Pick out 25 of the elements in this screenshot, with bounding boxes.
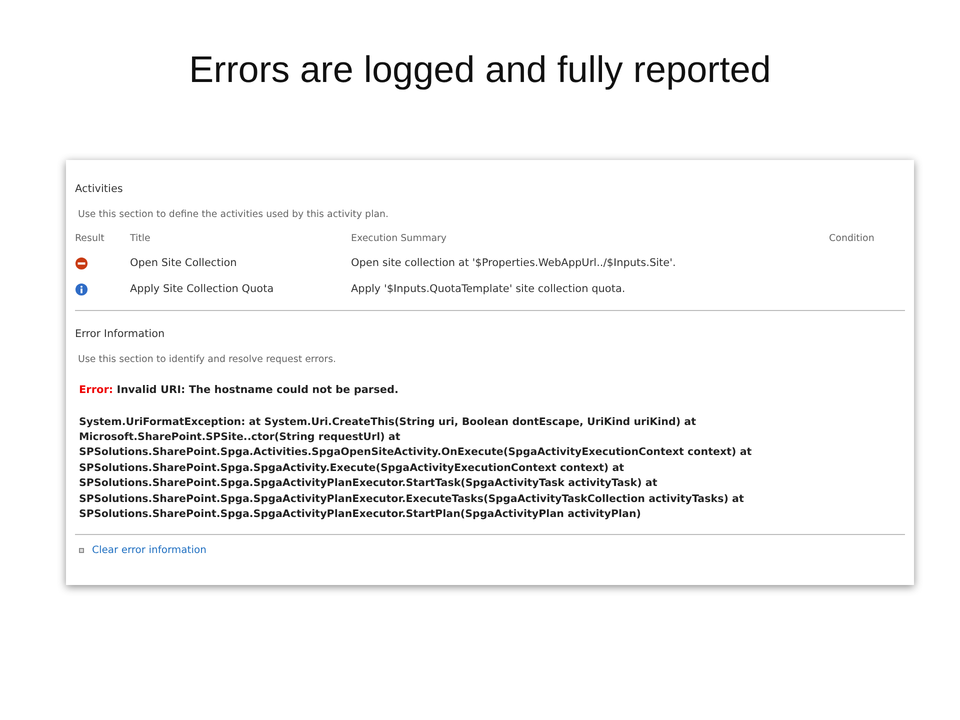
column-header: Result [75,232,106,246]
activity-title: Open Site Collection [130,256,238,272]
clear-error-link[interactable]: Clear error information [92,543,206,558]
stack-trace-line: SPSolutions.SharePoint.Spga.SpgaActivity.Execute(SpgaActivityExecutionContext context) at [79,460,626,476]
activity-title: Apply Site Collection Quota [130,282,275,297]
section-description: Use this section to identify and resolve request errors. [78,352,338,366]
error-icon [75,257,88,270]
section-heading: Activities [75,182,124,197]
stack-trace-line: SPSolutions.SharePoint.Spga.Activities.SpgaOpenSiteActivity.OnExecute(SpgaActivityExecutionContext context) at [79,445,753,460]
section-description: Use this section to define the activities used by this activity plan. [78,208,390,222]
stack-trace-line: SPSolutions.SharePoint.Spga.SpgaActivityPlanExecutor.StartPlan(SpgaActivityPlan activityPlan) [79,506,642,522]
column-header: Execution Summary [351,232,448,246]
section-heading: Error Information [75,326,166,342]
stack-trace-line: Microsoft.SharePoint.SPSite..ctor(String requestUrl) at [79,430,402,445]
error-message: Error: Invalid URI: The hostname could not be parsed. [79,382,400,398]
stack-trace-line: System.UriFormatException: at System.Uri.CreateThis(String uri, Boolean dontEscape, UriKind uriKind) at [79,414,698,430]
bullet-icon [79,548,84,554]
stack-trace-line: SPSolutions.SharePoint.Spga.SpgaActivityPlanExecutor.ExecuteTasks(SpgaActivityTaskCollection activityTasks) at [79,492,745,507]
execution-summary: Apply '$Inputs.QuotaTemplate' site collection quota. [351,282,626,297]
column-header: Title [130,232,152,246]
slide-title: Errors are logged and fully reported [188,48,772,92]
column-header: Condition [829,232,876,246]
stack-trace-line: SPSolutions.SharePoint.Spga.SpgaActivityPlanExecutor.StartTask(SpgaActivityTask activityTask) at [79,476,658,492]
execution-summary: Open site collection at '$Properties.WebAppUrl../$Inputs.Site'. [351,256,677,272]
info-icon [75,283,88,296]
